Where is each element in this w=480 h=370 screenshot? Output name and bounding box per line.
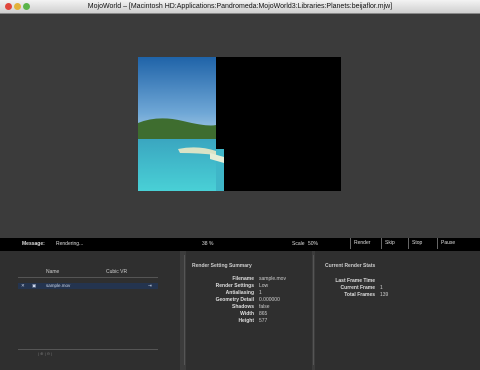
window-title: MojoWorld – [Macintosh HD:Applications:P… [87, 3, 393, 10]
antialiasing-key: Antialiasing [225, 290, 254, 296]
stats-title: Current Render Stats [325, 263, 376, 269]
width-key: Width [240, 311, 254, 317]
zoom-window-button[interactable] [23, 3, 30, 10]
current-frame-key: Current Frame [340, 285, 375, 291]
summary-title: Render Setting Summary [192, 263, 252, 269]
pause-button[interactable]: Pause [437, 238, 455, 249]
width-value: 865 [259, 311, 268, 317]
column-name-header[interactable]: Name [46, 269, 59, 275]
movie-file-icon: ▣ [32, 283, 37, 288]
window-titlebar: MojoWorld – [Macintosh HD:Applications:P… [0, 0, 480, 14]
status-bar: Message: Rendering... 38 % Scale 50% Ren… [0, 238, 480, 251]
add-remove-icons[interactable]: | ⊕ | ⊖ | [38, 351, 52, 356]
total-frames-key: Total Frames [344, 292, 375, 298]
skip-button[interactable]: Skip [381, 238, 395, 249]
column-cubicvr-header[interactable]: Cubic VR [106, 269, 127, 275]
list-controls-bar: | ⊕ | ⊖ | [18, 349, 158, 358]
total-frames-value: 139 [380, 292, 389, 298]
render-canvas-area [0, 14, 480, 238]
shadows-value: false [259, 304, 270, 310]
render-settings-value: Low [259, 283, 269, 289]
filename-value: sample.mov [259, 276, 286, 282]
close-window-button[interactable] [5, 3, 12, 10]
message-text: Rendering... [56, 241, 84, 247]
height-key: Height [238, 318, 254, 324]
antialiasing-value: 1 [259, 290, 262, 296]
render-button[interactable]: Render [350, 238, 370, 249]
height-value: 577 [259, 318, 268, 324]
row-arrow-icon[interactable]: ⇥ [148, 283, 152, 289]
header-divider [18, 277, 158, 278]
scale-label: Scale [292, 241, 305, 247]
scale-value[interactable]: 50% [308, 238, 318, 251]
render-stats-panel: Current Render Stats Last Frame Time Cur… [315, 251, 480, 370]
render-summary-panel: Render Setting Summary Filename sample.m… [186, 251, 312, 370]
rendered-image [138, 57, 224, 191]
render-settings-key: Render Settings [215, 283, 254, 289]
panel-divider-2 [313, 255, 314, 365]
shadows-key: Shadows [232, 304, 254, 310]
render-preview [138, 57, 341, 191]
filename-key: Filename [232, 276, 254, 282]
current-frame-value: 1 [380, 285, 383, 291]
row-checkbox-icon[interactable]: ✕ [21, 283, 25, 289]
geometry-detail-key: Geometry Detail [215, 297, 254, 303]
stop-button[interactable]: Stop [408, 238, 422, 249]
row-filename: sample.mov [46, 283, 71, 288]
geometry-detail-value: 0.000000 [259, 297, 280, 303]
minimize-window-button[interactable] [14, 3, 21, 10]
panel-divider-1 [184, 255, 185, 365]
message-label: Message: [22, 241, 45, 247]
list-item[interactable]: ✕ ▣ sample.mov ⇥ [18, 283, 158, 289]
last-frame-time-key: Last Frame Time [335, 278, 375, 284]
progress-text: 38 % [202, 241, 214, 247]
